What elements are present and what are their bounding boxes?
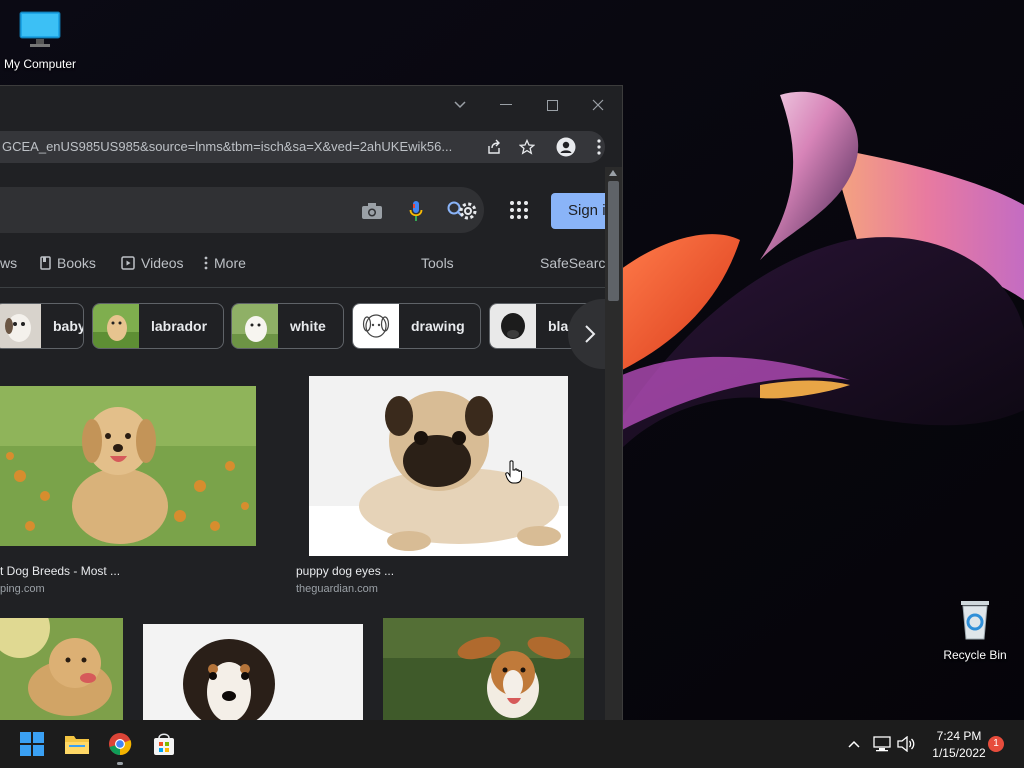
tab-label: SafeSearch	[540, 255, 605, 271]
voice-search-button[interactable]	[404, 199, 428, 223]
store-button[interactable]	[150, 730, 178, 758]
result-source[interactable]: theguardian.com	[296, 583, 378, 595]
scroll-thumb[interactable]	[608, 181, 619, 301]
result-caption[interactable]: puppy dog eyes ...	[296, 564, 394, 578]
clock-date: 1/15/2022	[932, 746, 986, 760]
chevron-up-icon	[848, 740, 860, 748]
result-caption[interactable]: t Dog Breeds - Most ...	[0, 564, 120, 578]
camera-icon	[362, 203, 382, 219]
video-icon	[121, 256, 135, 270]
close-icon	[592, 99, 604, 111]
chip-baby[interactable]: baby	[0, 303, 84, 349]
tab-label: Tools	[421, 255, 454, 271]
windows-start-icon	[20, 732, 44, 756]
close-button[interactable]	[584, 92, 612, 118]
clock[interactable]: 7:24 PM 1/15/2022	[920, 728, 998, 762]
minimize-button[interactable]	[492, 92, 520, 118]
file-explorer-button[interactable]	[63, 730, 91, 758]
volume-button[interactable]	[892, 730, 920, 758]
maximize-button[interactable]	[538, 92, 566, 118]
tab-label: Videos	[141, 255, 184, 271]
tab-news[interactable]: ws	[0, 255, 17, 271]
profile-button[interactable]	[556, 137, 576, 157]
profile-icon	[556, 137, 576, 157]
chip-thumbnail	[353, 304, 399, 348]
desktop-icon-my-computer[interactable]: My Computer	[0, 10, 80, 71]
url-text[interactable]: GCEA_enUS985US985&source=lnms&tbm=isch&s…	[2, 139, 452, 154]
address-bar[interactable]: GCEA_enUS985US985&source=lnms&tbm=isch&s…	[0, 131, 605, 163]
tabs-divider	[0, 287, 605, 288]
tab-label: Books	[57, 255, 96, 271]
chip-label: labrador	[151, 318, 208, 334]
network-icon	[873, 736, 891, 752]
star-icon	[519, 139, 535, 155]
chevron-right-icon	[585, 325, 596, 343]
search-tabs: ws Books Videos More Tools SafeSearch	[0, 255, 605, 279]
chip-white[interactable]: white	[231, 303, 344, 349]
chip-label: baby	[53, 318, 84, 334]
chevron-down-icon	[454, 101, 466, 109]
chip-drawing[interactable]: drawing	[352, 303, 481, 349]
chip-thumbnail	[0, 304, 41, 348]
sign-in-button[interactable]: Sign in	[551, 193, 605, 229]
mic-icon	[409, 201, 423, 221]
result-image-pug-puppy[interactable]	[309, 376, 568, 556]
browser-menu-button[interactable]	[589, 137, 609, 157]
chrome-running-indicator	[117, 762, 123, 765]
taskbar: 7:24 PM 1/15/2022	[0, 720, 1024, 768]
image-search-button[interactable]	[360, 199, 384, 223]
kebab-menu-icon	[597, 139, 601, 155]
show-hidden-icons-button[interactable]	[840, 730, 868, 758]
bookmark-button[interactable]	[517, 137, 537, 157]
chip-label: drawing	[411, 318, 465, 334]
clock-time: 7:24 PM	[936, 729, 982, 743]
search-settings-button[interactable]	[446, 199, 480, 223]
share-icon	[488, 139, 500, 154]
tab-label: More	[214, 255, 246, 271]
search-settings-icon	[447, 201, 477, 220]
chip-labrador[interactable]: labrador	[92, 303, 224, 349]
minimize-icon	[500, 104, 512, 105]
result-image-retriever-sun[interactable]	[0, 618, 123, 721]
title-bar[interactable]	[0, 86, 622, 130]
chip-label: white	[290, 318, 326, 334]
more-vert-icon	[204, 256, 208, 270]
tab-books[interactable]: Books	[40, 255, 96, 271]
tab-videos[interactable]: Videos	[121, 255, 184, 271]
chip-thumbnail	[232, 304, 278, 348]
chrome-button[interactable]	[106, 730, 134, 758]
tab-label: ws	[0, 255, 18, 271]
hand-cursor-icon	[505, 460, 522, 484]
tab-search-button[interactable]	[446, 92, 474, 118]
book-icon	[40, 256, 51, 270]
tab-more[interactable]: More	[204, 255, 246, 271]
notification-badge[interactable]: 1	[988, 736, 1004, 752]
desktop-icon-label: My Computer	[3, 57, 77, 71]
maximize-icon	[546, 99, 558, 111]
result-image-golden-puppy[interactable]	[0, 386, 256, 546]
share-button[interactable]	[484, 137, 504, 157]
recycle-bin-icon	[961, 601, 989, 640]
result-image-tricolor-puppy[interactable]	[143, 624, 363, 721]
page-scrollbar[interactable]	[605, 167, 622, 721]
start-button[interactable]	[18, 730, 46, 758]
chrome-icon	[109, 733, 132, 756]
result-image-beagle-running[interactable]	[383, 618, 584, 721]
scroll-up-arrow[interactable]	[609, 170, 617, 176]
monitor-icon	[19, 11, 61, 47]
store-icon	[154, 733, 174, 755]
result-source[interactable]: ping.com	[0, 583, 45, 595]
file-explorer-icon	[65, 736, 89, 754]
chip-thumbnail	[93, 304, 139, 348]
google-apps-icon[interactable]	[508, 199, 530, 221]
browser-window: GCEA_enUS985US985&source=lnms&tbm=isch&s…	[0, 85, 623, 721]
volume-icon	[897, 736, 915, 752]
safesearch-button[interactable]: SafeSearch	[540, 255, 605, 271]
desktop-icon-recycle-bin[interactable]: Recycle Bin	[935, 597, 1015, 662]
chip-thumbnail	[490, 304, 536, 348]
desktop-icon-label: Recycle Bin	[943, 648, 1007, 662]
tools-button[interactable]: Tools	[421, 255, 454, 271]
search-box[interactable]	[0, 187, 484, 233]
